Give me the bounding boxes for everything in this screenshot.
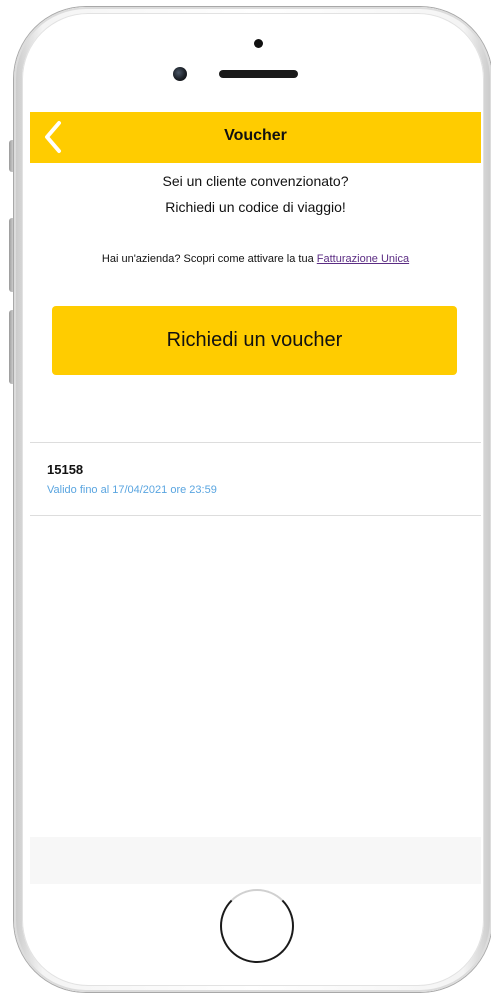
navigation-bar: Voucher — [30, 112, 481, 163]
request-voucher-button[interactable]: Richiedi un voucher — [52, 306, 457, 375]
proximity-sensor — [254, 39, 263, 48]
voucher-validity: Valido fino al 17/04/2021 ore 23:59 — [47, 484, 217, 496]
intro-cta: Richiedi un codice di viaggio! — [165, 199, 346, 215]
earpiece-speaker — [219, 70, 298, 78]
front-camera — [173, 67, 187, 81]
voucher-code: 15158 — [47, 462, 84, 477]
list-divider-bottom — [30, 515, 481, 516]
company-info: Hai un'azienda? Scopri come attivare la … — [30, 253, 481, 265]
intro-question: Sei un cliente convenzionato? — [162, 173, 349, 189]
screen-bottom-area — [30, 837, 481, 884]
voucher-list-item[interactable]: 15158 Valido fino al 17/04/2021 ore 23:5… — [30, 443, 481, 515]
home-button[interactable] — [220, 889, 294, 963]
fatturazione-unica-link[interactable]: Fatturazione Unica — [317, 253, 409, 265]
app-screen: Voucher Sei un cliente convenzionato? Ri… — [30, 112, 481, 884]
company-text: Hai un'azienda? Scopri come attivare la … — [101, 253, 317, 265]
page-title: Voucher — [224, 127, 287, 144]
